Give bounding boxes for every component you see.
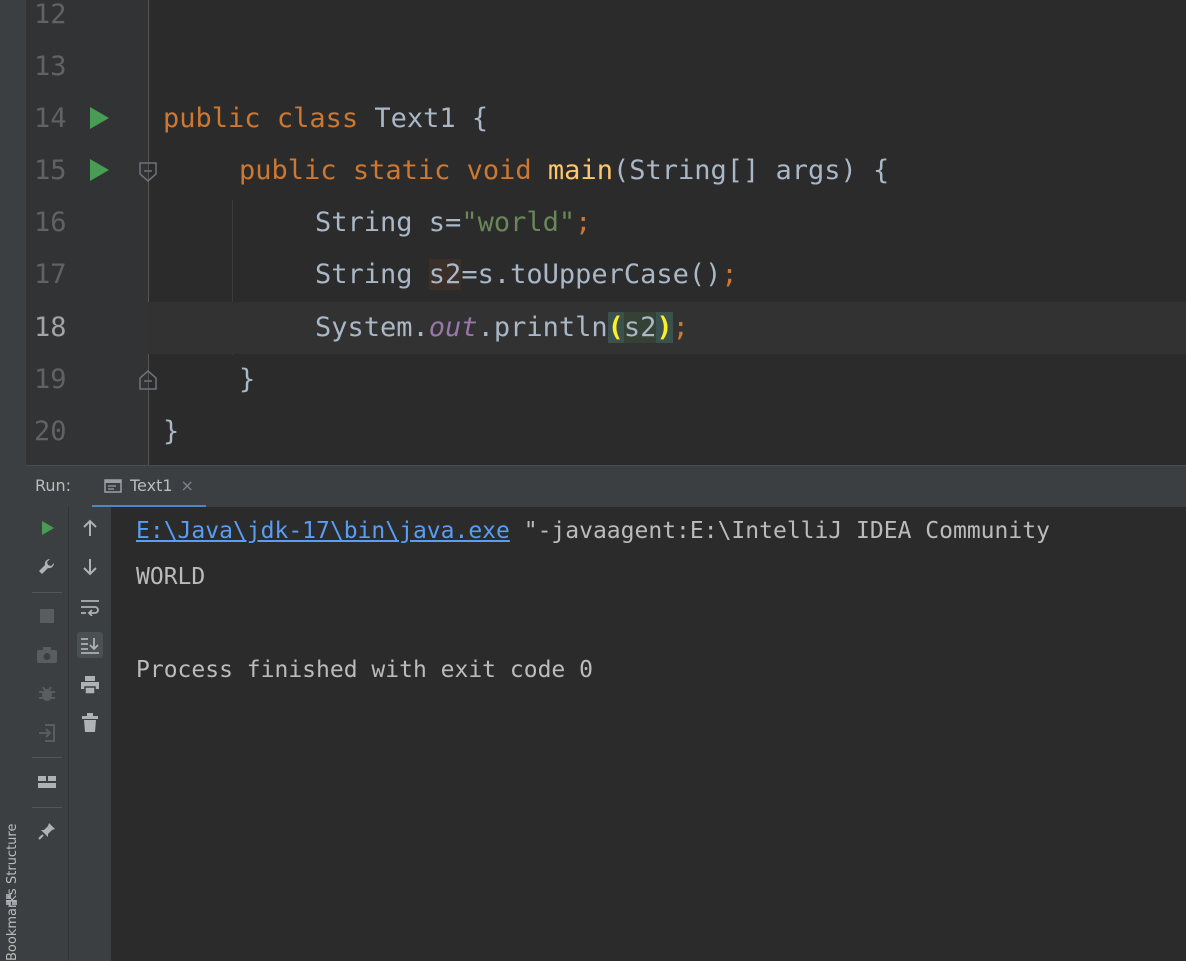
line-number: 15: [34, 155, 67, 186]
code-text: public class Text1 {: [163, 103, 489, 134]
run-method-icon[interactable]: [90, 159, 109, 181]
pin-tab-button[interactable]: [34, 818, 60, 844]
console-tab-icon: [104, 478, 122, 493]
line-number: 18: [34, 312, 67, 343]
clear-all-button[interactable]: [77, 710, 103, 736]
code-line-19: 19 }: [26, 354, 1186, 406]
print-button[interactable]: [77, 672, 103, 698]
soft-wrap-button[interactable]: [77, 594, 103, 620]
code-line-18-current: 18 System.out.println(s2);: [26, 302, 1186, 354]
run-tab-label: Text1: [130, 476, 173, 495]
soft-wrap-icon: [81, 600, 99, 616]
run-class-icon[interactable]: [90, 107, 109, 129]
console-output-line: WORLD: [136, 564, 206, 590]
print-icon: [81, 676, 99, 695]
java-exe-link[interactable]: E:\Java\jdk-17\bin\java.exe: [136, 518, 510, 544]
scroll-to-end-button[interactable]: [77, 632, 103, 658]
code-text: public static void main(String[] args) {: [239, 155, 890, 186]
arrow-down-icon: [83, 559, 97, 576]
console-command-line: E:\Java\jdk-17\bin\java.exe "-javaagent:…: [136, 511, 1050, 551]
fold-end-icon[interactable]: [138, 369, 158, 391]
line-number: 20: [34, 416, 67, 447]
rerun-icon: [42, 521, 54, 535]
code-line-14: 14 public class Text1 {: [26, 93, 1186, 145]
bookmarks-side-tab[interactable]: Bookmarks: [1, 888, 25, 961]
layout-button[interactable]: [34, 769, 60, 795]
structure-tab-label: Structure: [5, 823, 20, 884]
code-text: String s="world";: [315, 207, 592, 238]
code-editor[interactable]: 12 13 14 public class Text1 { 15 public …: [26, 0, 1186, 465]
line-number: 16: [34, 207, 67, 238]
code-text: String s2=s.toUpperCase();: [315, 259, 738, 290]
stop-icon: [40, 609, 54, 623]
next-occurrence-button[interactable]: [77, 554, 103, 580]
code-text: }: [239, 364, 256, 395]
dump-threads-button[interactable]: [34, 642, 60, 668]
code-line-16: 16 String s="world";: [26, 197, 1186, 249]
close-icon[interactable]: ×: [181, 476, 194, 495]
run-panel-header: Run: Text1 ×: [26, 465, 1186, 508]
run-tab-text1[interactable]: Text1 ×: [92, 466, 206, 508]
code-text: }: [163, 416, 180, 447]
debug-icon: [39, 686, 55, 701]
exit-icon: [39, 724, 55, 742]
fold-icon[interactable]: [138, 161, 158, 183]
code-line-15: 15 public static void main(String[] args…: [26, 145, 1186, 197]
run-toolbar-primary: [26, 507, 69, 961]
rerun-button[interactable]: [34, 515, 60, 541]
run-toolbar-secondary: [69, 507, 112, 961]
wrench-icon: [39, 558, 55, 574]
console-exit-message: Process finished with exit code 0: [136, 657, 593, 683]
code-text: System.out.println(s2);: [315, 312, 689, 343]
code-line-17: 17 String s2=s.toUpperCase();: [26, 249, 1186, 301]
line-number: 12: [34, 0, 67, 30]
line-number: 13: [34, 51, 67, 82]
line-number: 14: [34, 103, 67, 134]
trash-icon: [82, 713, 98, 732]
exit-button[interactable]: [34, 720, 60, 746]
scroll-to-end-icon: [81, 638, 99, 654]
code-line-12: 12: [26, 0, 1186, 41]
settings-button[interactable]: [34, 554, 60, 580]
stop-button[interactable]: [34, 603, 60, 629]
line-number: 19: [34, 364, 67, 395]
run-label: Run:: [35, 476, 72, 495]
left-tool-strip: Structure Bookmarks: [0, 0, 27, 961]
pin-icon: [38, 823, 55, 840]
console-command-args: "-javaagent:E:\IntelliJ IDEA Community: [509, 518, 1050, 544]
layout-icon: [38, 776, 56, 788]
bookmarks-tab-label: Bookmarks: [5, 888, 20, 961]
arrow-up-icon: [83, 519, 97, 536]
debug-button[interactable]: [34, 681, 60, 707]
code-line-13: 13: [26, 41, 1186, 93]
code-line-20: 20 }: [26, 406, 1186, 458]
camera-icon: [37, 647, 57, 663]
previous-occurrence-button[interactable]: [77, 515, 103, 541]
line-number: 17: [34, 259, 67, 290]
run-console[interactable]: E:\Java\jdk-17\bin\java.exe "-javaagent:…: [112, 507, 1186, 961]
